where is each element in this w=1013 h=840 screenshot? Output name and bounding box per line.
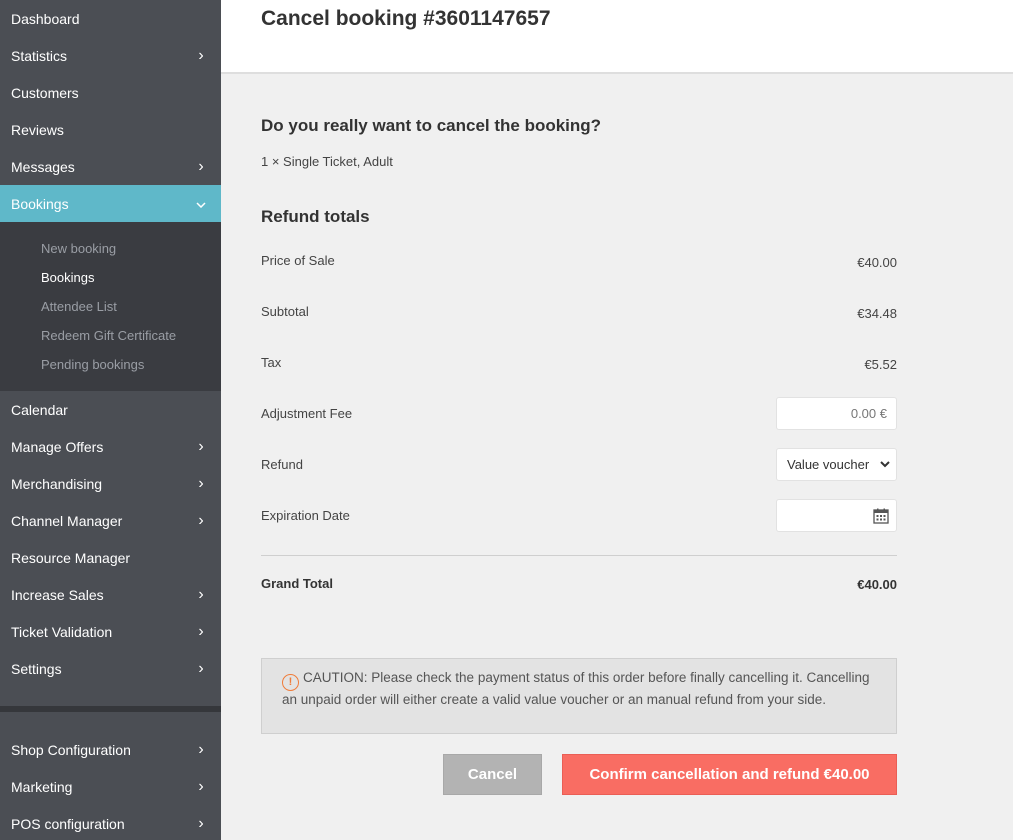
price-of-sale-value: €40.00 (857, 255, 897, 270)
sidebar-item-manage-offers[interactable]: Manage Offers › (0, 428, 221, 465)
submenu-item-bookings[interactable]: Bookings (41, 270, 94, 285)
sidebar-item-settings[interactable]: Settings › (0, 650, 221, 687)
expiration-date-input[interactable] (776, 499, 897, 532)
sidebar-item-pos-configuration[interactable]: POS configuration › (0, 805, 221, 840)
sidebar-item-label: Resource Manager (11, 549, 131, 566)
adjustment-fee-value: 0.00 € (850, 406, 887, 421)
sidebar-divider (0, 706, 221, 712)
chevron-right-icon: › (198, 740, 204, 758)
sidebar-item-label: Calendar (11, 401, 68, 418)
sidebar-item-shop-configuration[interactable]: Shop Configuration › (0, 731, 221, 768)
adjustment-fee-label: Adjustment Fee (261, 406, 353, 421)
caution-notice: ! CAUTION: Please check the payment statu… (261, 658, 897, 734)
sidebar-item-customers[interactable]: Customers (0, 74, 221, 111)
sidebar-item-resource-manager[interactable]: Resource Manager (0, 539, 221, 576)
cancel-button[interactable]: Cancel (443, 754, 542, 795)
tax-value: €5.52 (864, 357, 897, 372)
sidebar-item-statistics[interactable]: Statistics › (0, 37, 221, 74)
sidebar-item-messages[interactable]: Messages › (0, 148, 221, 185)
totals-divider (261, 555, 897, 556)
chevron-right-icon: › (198, 777, 204, 795)
submenu-item-new-booking[interactable]: New booking (41, 241, 116, 256)
sidebar-item-channel-manager[interactable]: Channel Manager › (0, 502, 221, 539)
subtotal-label: Subtotal (261, 304, 309, 319)
sidebar-item-ticket-validation[interactable]: Ticket Validation › (0, 613, 221, 650)
tax-label: Tax (261, 355, 282, 370)
refund-label: Refund (261, 457, 303, 472)
grand-total-value: €40.00 (857, 577, 897, 592)
adjustment-fee-input[interactable]: 0.00 € (776, 397, 897, 430)
confirm-cancellation-button[interactable]: Confirm cancellation and refund €40.00 (562, 754, 897, 795)
refund-totals-title: Refund totals (261, 207, 370, 226)
chevron-right-icon: › (198, 46, 204, 64)
sidebar-item-label: Increase Sales (11, 586, 104, 603)
sidebar-item-label: POS configuration (11, 815, 125, 832)
sidebar-item-label: Bookings (11, 195, 69, 212)
sidebar-item-dashboard[interactable]: Dashboard (0, 0, 221, 37)
sidebar-item-label: Shop Configuration (11, 741, 131, 758)
submenu-item-redeem-gift-certificate[interactable]: Redeem Gift Certificate (41, 328, 176, 343)
submenu-item-pending-bookings[interactable]: Pending bookings (41, 357, 144, 372)
sidebar-item-label: Ticket Validation (11, 623, 113, 640)
calendar-icon[interactable] (873, 508, 889, 529)
chevron-right-icon: › (198, 511, 204, 529)
booking-item-line: 1 × Single Ticket, Adult (261, 154, 393, 169)
sidebar-item-label: Statistics (11, 47, 68, 64)
refund-type-select[interactable]: Value voucher (776, 448, 897, 481)
sidebar-item-merchandising[interactable]: Merchandising › (0, 465, 221, 502)
sidebar-item-label: Merchandising (11, 475, 103, 492)
sidebar-item-calendar[interactable]: Calendar (0, 391, 221, 428)
page-title: Cancel booking #3601147657 (261, 7, 551, 30)
chevron-down-icon (879, 457, 891, 474)
chevron-right-icon: › (198, 474, 204, 492)
price-of-sale-label: Price of Sale (261, 253, 335, 268)
chevron-right-icon: › (198, 585, 204, 603)
sidebar: Dashboard Statistics › Customers Reviews… (0, 0, 221, 840)
chevron-right-icon: › (198, 157, 204, 175)
chevron-right-icon: › (198, 622, 204, 640)
sidebar-item-label: Reviews (11, 121, 64, 138)
chevron-right-icon: › (198, 437, 204, 455)
page-header: Cancel booking #3601147657 (221, 0, 1013, 74)
subtotal-value: €34.48 (857, 306, 897, 321)
sidebar-item-reviews[interactable]: Reviews (0, 111, 221, 148)
sidebar-item-bookings[interactable]: Bookings (0, 185, 221, 222)
chevron-right-icon: › (198, 659, 204, 677)
sidebar-item-label: Marketing (11, 778, 73, 795)
cancel-booking-panel: Do you really want to cancel the booking… (221, 74, 1013, 840)
sidebar-item-label: Dashboard (11, 10, 80, 27)
chevron-down-icon (192, 196, 210, 212)
expiration-date-label: Expiration Date (261, 508, 350, 523)
sidebar-item-label: Customers (11, 84, 79, 101)
sidebar-item-marketing[interactable]: Marketing › (0, 768, 221, 805)
caution-text: CAUTION: Please check the payment status… (282, 670, 870, 707)
sidebar-item-label: Manage Offers (11, 438, 104, 455)
sidebar-item-label: Channel Manager (11, 512, 123, 529)
bookings-submenu: New booking Bookings Attendee List Redee… (0, 222, 221, 391)
chevron-right-icon: › (198, 814, 204, 832)
grand-total-label: Grand Total (261, 576, 333, 591)
submenu-item-attendee-list[interactable]: Attendee List (41, 299, 117, 314)
sidebar-item-label: Settings (11, 660, 62, 677)
warning-icon: ! (282, 673, 299, 691)
sidebar-item-increase-sales[interactable]: Increase Sales › (0, 576, 221, 613)
refund-type-selected: Value voucher (787, 457, 870, 472)
cancel-question: Do you really want to cancel the booking… (261, 116, 602, 135)
sidebar-item-label: Messages (11, 158, 75, 175)
